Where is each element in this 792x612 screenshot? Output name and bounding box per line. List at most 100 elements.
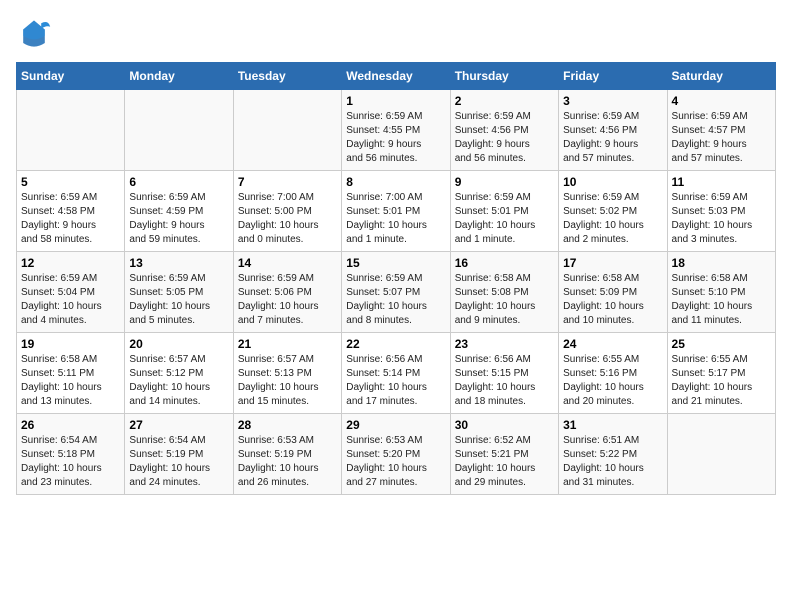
day-number: 28: [238, 418, 337, 432]
calendar-day-cell: 25 Sunrise: 6:55 AMSunset: 5:17 PMDayligh…: [667, 333, 775, 414]
day-number: 21: [238, 337, 337, 351]
calendar-day-cell: 8 Sunrise: 7:00 AMSunset: 5:01 PMDaylight…: [342, 171, 450, 252]
day-of-week-header: Saturday: [667, 63, 775, 90]
day-number: 5: [21, 175, 120, 189]
calendar-day-cell: 21 Sunrise: 6:57 AMSunset: 5:13 PMDayligh…: [233, 333, 341, 414]
calendar-day-cell: 22 Sunrise: 6:56 AMSunset: 5:14 PMDayligh…: [342, 333, 450, 414]
day-number: 23: [455, 337, 554, 351]
day-number: 4: [672, 94, 771, 108]
day-of-week-header: Wednesday: [342, 63, 450, 90]
day-number: 14: [238, 256, 337, 270]
calendar-day-cell: 26 Sunrise: 6:54 AMSunset: 5:18 PMDayligh…: [17, 414, 125, 495]
day-info: Sunrise: 6:58 AMSunset: 5:09 PMDaylight:…: [563, 272, 662, 328]
day-info: Sunrise: 6:59 AMSunset: 4:57 PMDaylight:…: [672, 110, 771, 166]
calendar-day-cell: 27 Sunrise: 6:54 AMSunset: 5:19 PMDayligh…: [125, 414, 233, 495]
calendar-day-cell: [233, 90, 341, 171]
day-info: Sunrise: 6:56 AMSunset: 5:14 PMDaylight:…: [346, 353, 445, 409]
day-of-week-header: Monday: [125, 63, 233, 90]
calendar-day-cell: 16Sunrise: 6:58 AMSunset: 5:08 PMDayligh…: [450, 252, 558, 333]
calendar-week-row: 12 Sunrise: 6:59 AMSunset: 5:04 PMDayligh…: [17, 252, 776, 333]
day-info: Sunrise: 6:53 AMSunset: 5:19 PMDaylight:…: [238, 434, 337, 490]
day-number: 30: [455, 418, 554, 432]
calendar-day-cell: 15 Sunrise: 6:59 AMSunset: 5:07 PMDayligh…: [342, 252, 450, 333]
logo-icon: [16, 16, 52, 52]
day-info: Sunrise: 6:59 AMSunset: 5:06 PMDaylight:…: [238, 272, 337, 328]
calendar-day-cell: 5 Sunrise: 6:59 AMSunset: 4:58 PMDaylight…: [17, 171, 125, 252]
day-info: Sunrise: 7:00 AMSunset: 5:00 PMDaylight:…: [238, 191, 337, 247]
day-of-week-header: Sunday: [17, 63, 125, 90]
day-number: 12: [21, 256, 120, 270]
day-info: Sunrise: 6:56 AMSunset: 5:15 PMDaylight:…: [455, 353, 554, 409]
calendar-day-cell: 6Sunrise: 6:59 AMSunset: 4:59 PMDaylight…: [125, 171, 233, 252]
calendar-day-cell: 10Sunrise: 6:59 AMSunset: 5:02 PMDayligh…: [559, 171, 667, 252]
calendar-day-cell: 12 Sunrise: 6:59 AMSunset: 5:04 PMDayligh…: [17, 252, 125, 333]
day-info: Sunrise: 6:58 AMSunset: 5:10 PMDaylight:…: [672, 272, 771, 328]
calendar-table: SundayMondayTuesdayWednesdayThursdayFrid…: [16, 62, 776, 495]
calendar-day-cell: 3Sunrise: 6:59 AMSunset: 4:56 PMDaylight…: [559, 90, 667, 171]
day-info: Sunrise: 6:59 AMSunset: 5:02 PMDaylight:…: [563, 191, 662, 247]
calendar-day-cell: 14 Sunrise: 6:59 AMSunset: 5:06 PMDayligh…: [233, 252, 341, 333]
day-of-week-header: Thursday: [450, 63, 558, 90]
day-info: Sunrise: 6:59 AMSunset: 4:56 PMDaylight:…: [563, 110, 662, 166]
calendar-day-cell: 29Sunrise: 6:53 AMSunset: 5:20 PMDayligh…: [342, 414, 450, 495]
calendar-day-cell: 1Sunrise: 6:59 AMSunset: 4:55 PMDaylight…: [342, 90, 450, 171]
day-info: Sunrise: 6:59 AMSunset: 5:07 PMDaylight:…: [346, 272, 445, 328]
day-info: Sunrise: 6:54 AMSunset: 5:18 PMDaylight:…: [21, 434, 120, 490]
day-number: 1: [346, 94, 445, 108]
day-number: 17: [563, 256, 662, 270]
day-number: 2: [455, 94, 554, 108]
calendar-day-cell: 28 Sunrise: 6:53 AMSunset: 5:19 PMDayligh…: [233, 414, 341, 495]
calendar-week-row: 19 Sunrise: 6:58 AMSunset: 5:11 PMDayligh…: [17, 333, 776, 414]
day-of-week-header: Friday: [559, 63, 667, 90]
day-number: 26: [21, 418, 120, 432]
day-number: 15: [346, 256, 445, 270]
calendar-day-cell: 19 Sunrise: 6:58 AMSunset: 5:11 PMDayligh…: [17, 333, 125, 414]
calendar-day-cell: 7 Sunrise: 7:00 AMSunset: 5:00 PMDaylight…: [233, 171, 341, 252]
day-info: Sunrise: 6:58 AMSunset: 5:11 PMDaylight:…: [21, 353, 120, 409]
calendar-day-cell: 31 Sunrise: 6:51 AMSunset: 5:22 PMDayligh…: [559, 414, 667, 495]
day-number: 31: [563, 418, 662, 432]
day-number: 11: [672, 175, 771, 189]
calendar-day-cell: [125, 90, 233, 171]
day-number: 19: [21, 337, 120, 351]
calendar-day-cell: 9 Sunrise: 6:59 AMSunset: 5:01 PMDaylight…: [450, 171, 558, 252]
day-info: Sunrise: 6:59 AMSunset: 5:05 PMDaylight:…: [129, 272, 228, 328]
day-number: 8: [346, 175, 445, 189]
day-number: 25: [672, 337, 771, 351]
day-number: 18: [672, 256, 771, 270]
calendar-day-cell: 18 Sunrise: 6:58 AMSunset: 5:10 PMDayligh…: [667, 252, 775, 333]
day-info: Sunrise: 6:51 AMSunset: 5:22 PMDaylight:…: [563, 434, 662, 490]
calendar-week-row: 26 Sunrise: 6:54 AMSunset: 5:18 PMDayligh…: [17, 414, 776, 495]
calendar-header-row: SundayMondayTuesdayWednesdayThursdayFrid…: [17, 63, 776, 90]
day-info: Sunrise: 6:59 AMSunset: 5:04 PMDaylight:…: [21, 272, 120, 328]
day-of-week-header: Tuesday: [233, 63, 341, 90]
calendar-day-cell: 4 Sunrise: 6:59 AMSunset: 4:57 PMDaylight…: [667, 90, 775, 171]
day-info: Sunrise: 6:57 AMSunset: 5:12 PMDaylight:…: [129, 353, 228, 409]
logo: [16, 16, 56, 52]
day-info: Sunrise: 6:55 AMSunset: 5:17 PMDaylight:…: [672, 353, 771, 409]
day-number: 16: [455, 256, 554, 270]
day-info: Sunrise: 6:57 AMSunset: 5:13 PMDaylight:…: [238, 353, 337, 409]
day-info: Sunrise: 6:59 AMSunset: 4:58 PMDaylight:…: [21, 191, 120, 247]
calendar-week-row: 5 Sunrise: 6:59 AMSunset: 4:58 PMDaylight…: [17, 171, 776, 252]
calendar-day-cell: 23 Sunrise: 6:56 AMSunset: 5:15 PMDayligh…: [450, 333, 558, 414]
calendar-day-cell: 20 Sunrise: 6:57 AMSunset: 5:12 PMDayligh…: [125, 333, 233, 414]
day-number: 29: [346, 418, 445, 432]
day-info: Sunrise: 6:59 AMSunset: 5:01 PMDaylight:…: [455, 191, 554, 247]
day-number: 20: [129, 337, 228, 351]
day-info: Sunrise: 6:59 AMSunset: 4:59 PMDaylight:…: [129, 191, 228, 247]
day-info: Sunrise: 6:54 AMSunset: 5:19 PMDaylight:…: [129, 434, 228, 490]
calendar-day-cell: [667, 414, 775, 495]
day-info: Sunrise: 6:59 AMSunset: 5:03 PMDaylight:…: [672, 191, 771, 247]
day-number: 9: [455, 175, 554, 189]
day-number: 24: [563, 337, 662, 351]
day-info: Sunrise: 6:52 AMSunset: 5:21 PMDaylight:…: [455, 434, 554, 490]
day-info: Sunrise: 7:00 AMSunset: 5:01 PMDaylight:…: [346, 191, 445, 247]
day-info: Sunrise: 6:59 AMSunset: 4:56 PMDaylight:…: [455, 110, 554, 166]
day-number: 22: [346, 337, 445, 351]
calendar-day-cell: 30 Sunrise: 6:52 AMSunset: 5:21 PMDayligh…: [450, 414, 558, 495]
day-number: 27: [129, 418, 228, 432]
calendar-day-cell: 17 Sunrise: 6:58 AMSunset: 5:09 PMDayligh…: [559, 252, 667, 333]
day-number: 7: [238, 175, 337, 189]
day-number: 13: [129, 256, 228, 270]
